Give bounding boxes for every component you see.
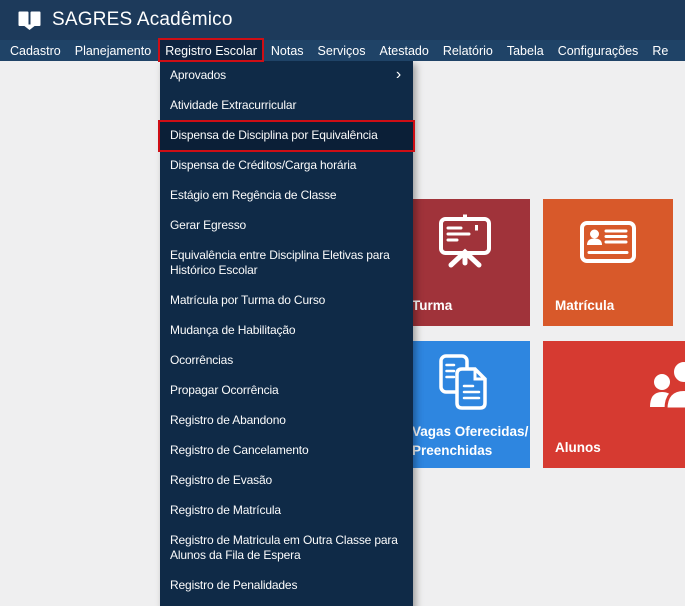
menubar-item-registro-escolar[interactable]: Registro Escolar: [158, 40, 264, 61]
tile-vagas[interactable]: Vagas Oferecidas/ Preenchidas: [400, 341, 530, 468]
menubar-item-label: Re: [652, 44, 668, 58]
dropdown-item-label: Registro de Cancelamento: [170, 443, 308, 458]
menubar-item-label: Relatório: [443, 44, 493, 58]
dropdown-item-label: Matrícula por Turma do Curso: [170, 293, 325, 308]
dropdown-item-label: Registro de Abandono: [170, 413, 286, 428]
dropdown-item[interactable]: Atividade Extracurricular: [160, 91, 413, 121]
menubar-item-cadastro[interactable]: Cadastro: [3, 40, 68, 61]
tile-label: Matrícula: [555, 296, 614, 315]
dropdown-item[interactable]: Registro de Evasão: [160, 466, 413, 496]
menubar-item-planejamento[interactable]: Planejamento: [68, 40, 158, 61]
dropdown-item-label: Equivalência entre Disciplina Eletivas p…: [170, 248, 390, 278]
dropdown-item[interactable]: Dispensa de Créditos/Carga horária: [160, 151, 413, 181]
open-book-icon: [16, 9, 42, 31]
dropdown-item-label: Aprovados: [170, 68, 226, 83]
tile-matricula[interactable]: Matrícula: [543, 199, 673, 326]
dropdown-item[interactable]: Mudança de Habilitação: [160, 316, 413, 346]
dropdown-item-label: Mudança de Habilitação: [170, 323, 295, 338]
tile-label: Vagas Oferecidas/ Preenchidas: [412, 422, 528, 460]
dropdown-item-label: Registro de Evasão: [170, 473, 272, 488]
menubar-item-label: Atestado: [379, 44, 428, 58]
tile-alunos[interactable]: Alunos: [543, 341, 685, 468]
tile-turma[interactable]: Turma: [400, 199, 530, 326]
menubar: Cadastro Planejamento Registro Escolar Nota…: [0, 40, 685, 61]
dropdown-item-label: Ocorrências: [170, 353, 233, 368]
menubar-item-tabela[interactable]: Tabela: [500, 40, 551, 61]
menubar-item-atestado[interactable]: Atestado: [372, 40, 435, 61]
documents-icon: [437, 354, 493, 412]
dropdown-item[interactable]: Aprovados ›: [160, 61, 413, 91]
dropdown-item[interactable]: Dispensa de Disciplina por Equivalência: [160, 121, 413, 151]
dropdown-item[interactable]: Propagar Ocorrência: [160, 376, 413, 406]
menubar-item-label: Notas: [271, 44, 304, 58]
menubar-item-label: Serviços: [318, 44, 366, 58]
dropdown-item-label: Registro de Penalidades: [170, 578, 297, 593]
menubar-item-label: Tabela: [507, 44, 544, 58]
dropdown-item-label: Dispensa de Disciplina por Equivalência: [170, 128, 378, 143]
menubar-item-relat-rio[interactable]: Relatório: [436, 40, 500, 61]
dropdown-item-label: Propagar Ocorrência: [170, 383, 279, 398]
dropdown-menu: Aprovados › Atividade Extracurricular Dispe…: [160, 61, 413, 606]
tile-label: Alunos: [555, 438, 601, 457]
dropdown-item[interactable]: Equivalência entre Disciplina Eletivas p…: [160, 241, 413, 286]
menubar-item-label: Cadastro: [10, 44, 61, 58]
presentation-board-icon: [436, 214, 494, 268]
menubar-item-label: Registro Escolar: [165, 44, 257, 58]
menubar-item-servi-os[interactable]: Serviços: [311, 40, 373, 61]
dropdown-item[interactable]: Matrícula por Turma do Curso: [160, 286, 413, 316]
dropdown-item[interactable]: Ocorrências: [160, 346, 413, 376]
dropdown-item-label: Registro de Matricula em Outra Classe pa…: [170, 533, 398, 563]
app-title: SAGRES Acadêmico: [52, 9, 233, 31]
dropdown-item[interactable]: Registro de Penalidades: [160, 571, 413, 601]
menubar-item-re[interactable]: Re: [645, 40, 675, 61]
dropdown-item[interactable]: Registro de Matrícula: [160, 496, 413, 526]
dropdown-item[interactable]: Estágio em Regência de Classe: [160, 181, 413, 211]
app-header: SAGRES Acadêmico: [0, 0, 685, 40]
dropdown-item[interactable]: Registro de Cancelamento: [160, 436, 413, 466]
dropdown-item-label: Registro de Matrícula: [170, 503, 281, 518]
tile-label: Turma: [412, 296, 452, 315]
dropdown-item-label: Dispensa de Créditos/Carga horária: [170, 158, 356, 173]
dropdown-item[interactable]: Registro de Abandono: [160, 406, 413, 436]
id-card-icon: [580, 221, 636, 263]
dropdown-item-label: Gerar Egresso: [170, 218, 246, 233]
dropdown-item-label: Estágio em Regência de Classe: [170, 188, 336, 203]
menubar-item-notas[interactable]: Notas: [264, 40, 311, 61]
dropdown-item[interactable]: Registro de Matricula em Outra Classe pa…: [160, 526, 413, 571]
dropdown-item[interactable]: Gerar Egresso: [160, 211, 413, 241]
menubar-item-configura-es[interactable]: Configurações: [551, 40, 646, 61]
people-icon: [650, 357, 685, 413]
menubar-item-label: Planejamento: [75, 44, 151, 58]
submenu-arrow-icon: ›: [396, 68, 401, 82]
dropdown-item-label: Atividade Extracurricular: [170, 98, 296, 113]
menubar-item-label: Configurações: [558, 44, 639, 58]
